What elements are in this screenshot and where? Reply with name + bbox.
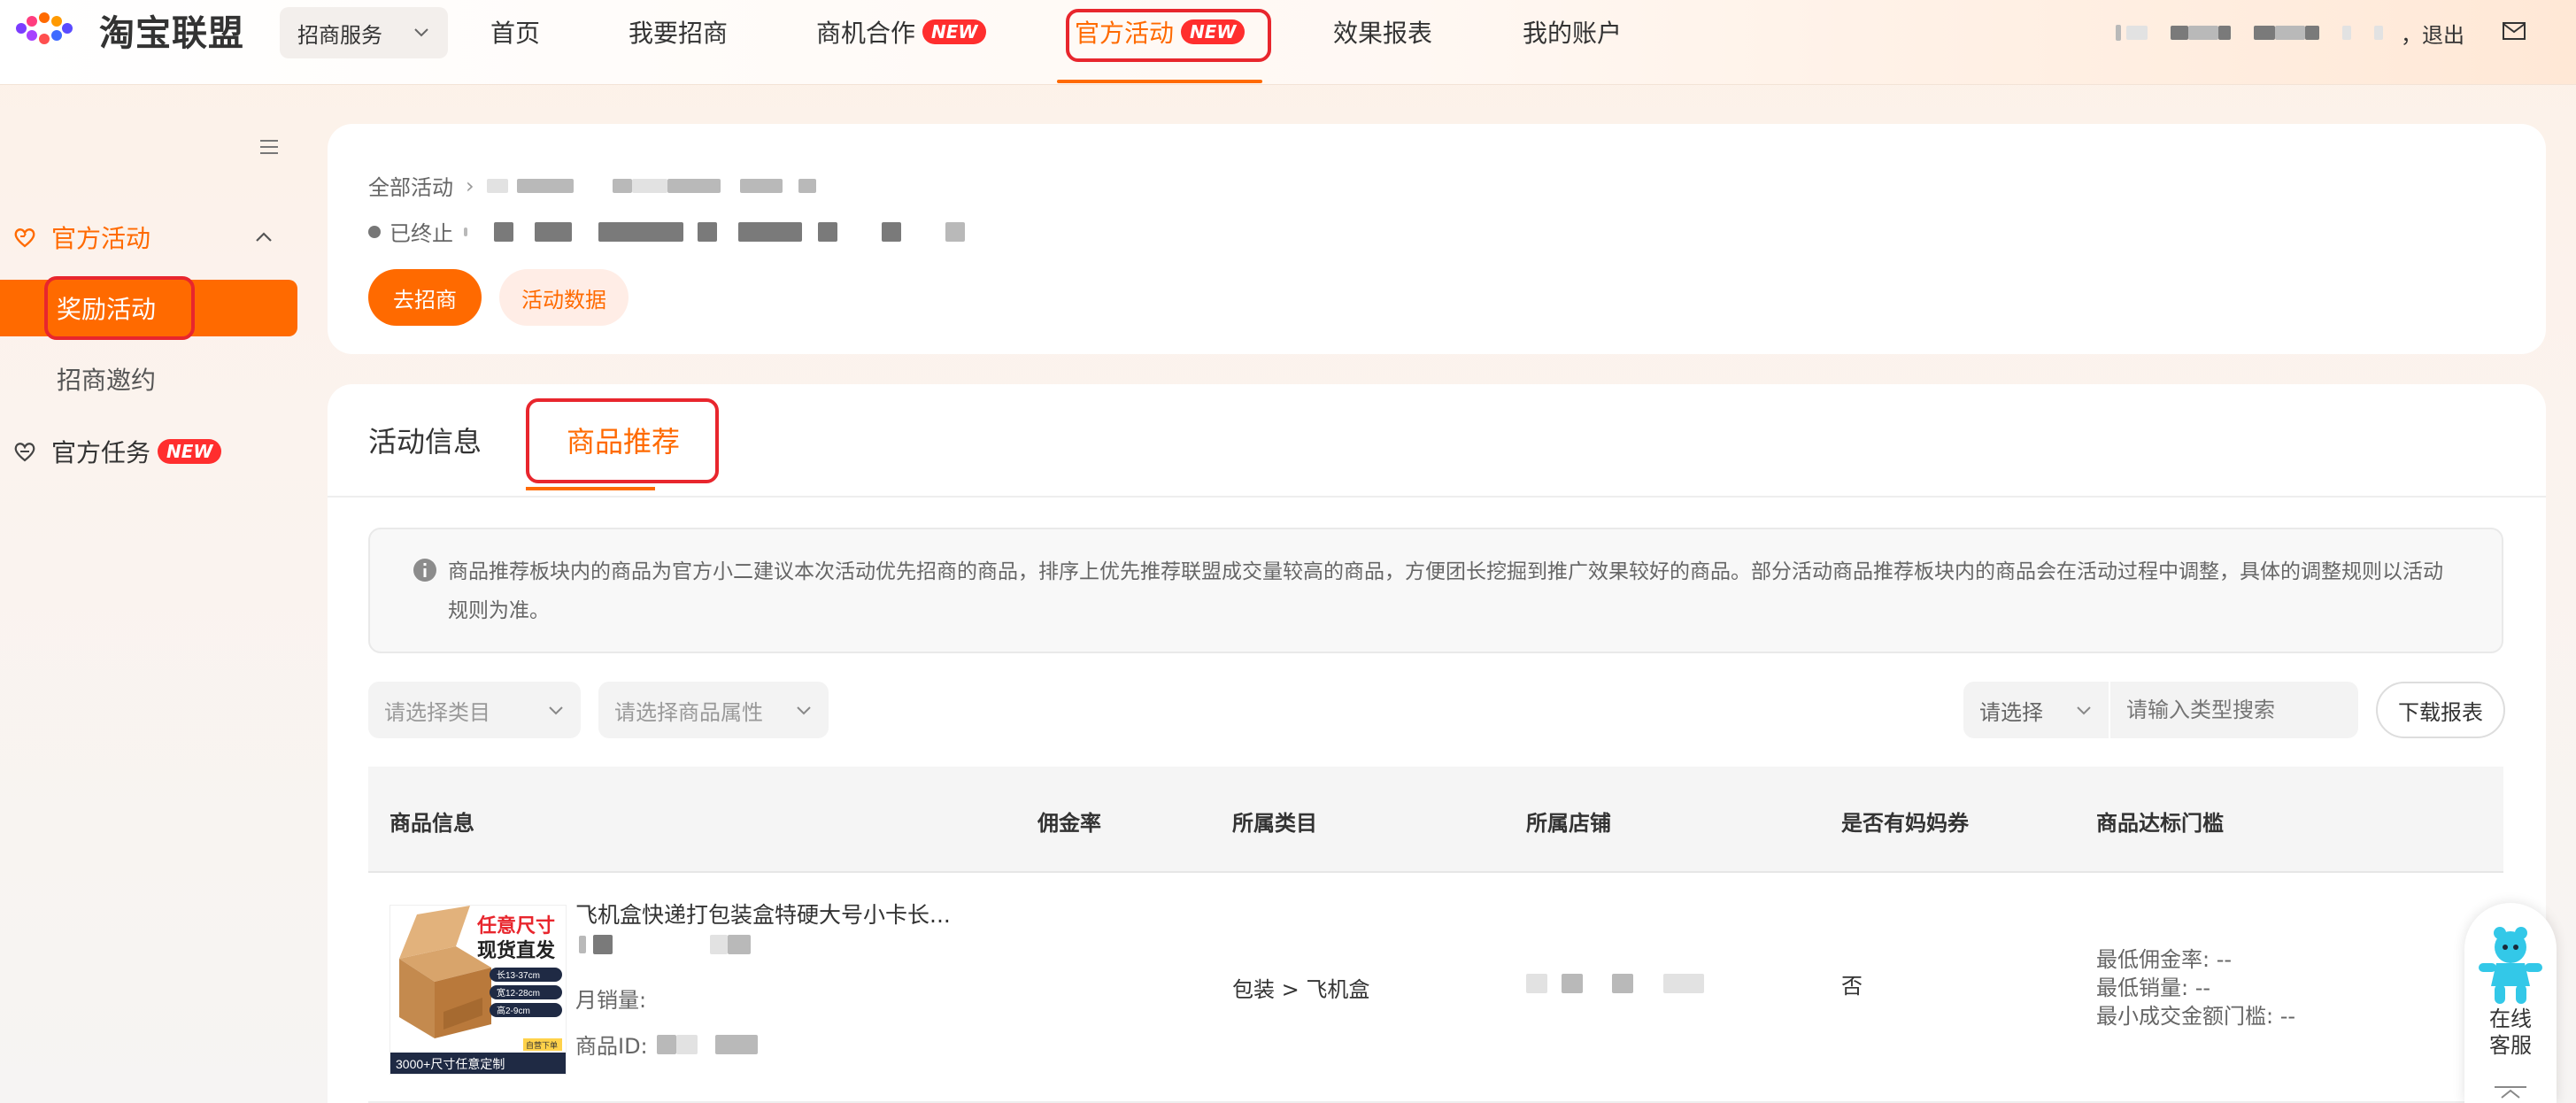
back-to-top-icon[interactable]: [2491, 1085, 2530, 1099]
heart-icon: [14, 228, 35, 248]
download-report-button[interactable]: 下载报表: [2376, 682, 2505, 738]
nav-recruit[interactable]: 我要招商: [629, 12, 728, 51]
service-select[interactable]: 招商服务: [280, 7, 448, 58]
activity-summary-card: 全部活动 › 已终止 去招商 活动数据: [328, 124, 2546, 354]
tab-activity-info[interactable]: 活动信息: [368, 420, 482, 460]
product-redacted-line: [575, 935, 751, 954]
mail-icon[interactable]: [2502, 21, 2526, 41]
go-recruit-button[interactable]: 去招商: [368, 269, 482, 326]
col-shop: 所属店铺: [1526, 811, 1611, 836]
annotation-box-tab: [526, 398, 719, 483]
sidebar-item-invitations[interactable]: 招商邀约: [57, 361, 156, 397]
notice-text: 商品推荐板块内的商品为官方小二建议本次活动优先招商的商品，排序上优先推荐联盟成交…: [448, 560, 2443, 622]
info-icon: [413, 559, 436, 582]
status-text: 已终止: [389, 221, 453, 246]
nav-business-cooperation[interactable]: 商机合作 NEW: [816, 12, 987, 51]
notice-box: 商品推荐板块内的商品为官方小二建议本次活动优先招商的商品，排序上优先推荐联盟成交…: [368, 528, 2503, 653]
nav-active-indicator: [1057, 80, 1262, 83]
customer-service-label: 在线 客服: [2489, 1007, 2532, 1058]
col-threshold: 商品达标门槛: [2096, 811, 2224, 836]
nav-reports[interactable]: 效果报表: [1333, 12, 1432, 51]
product-title[interactable]: 飞机盒快递打包装盒特硬大号小卡长...: [575, 898, 951, 929]
annotation-box-nav: [1066, 9, 1271, 62]
tabs-divider: [328, 496, 2546, 498]
chevron-up-icon[interactable]: [251, 227, 276, 248]
svg-text:自营下单: 自营下单: [526, 1040, 558, 1050]
user-info: ，退出: [2116, 18, 2464, 48]
logo-text: 淘宝联盟: [99, 13, 244, 54]
svg-text:任意尺寸: 任意尺寸: [476, 914, 555, 937]
sidebar-group-label: 官方任务: [51, 438, 151, 467]
tab-active-indicator: [526, 487, 655, 490]
chevron-down-icon: [414, 28, 428, 37]
chevron-down-icon: [2077, 706, 2091, 715]
type-search-input[interactable]: [2110, 682, 2358, 738]
box-product-image: 任意尺寸 现货直发 长13-37cm 宽12-28cm 高2-9cm 自营下单 …: [390, 906, 566, 1074]
col-commission[interactable]: 佣金率: [1037, 806, 1101, 837]
svg-text:现货直发: 现货直发: [477, 939, 556, 961]
threshold-amount: 最小成交金额门槛: --: [2096, 1004, 2296, 1029]
online-customer-service[interactable]: 在线 客服: [2464, 903, 2557, 1103]
sidebar: 官方活动 奖励活动 招商邀约 官方任务 NEW: [0, 85, 310, 1103]
product-category: 包装 > 飞机盒: [1232, 977, 1370, 1002]
annotation-box-sidebar: [44, 276, 195, 340]
nav-home[interactable]: 首页: [490, 12, 540, 51]
chevron-down-icon: [797, 706, 811, 715]
breadcrumb-root[interactable]: 全部活动: [368, 170, 453, 201]
col-coupon: 是否有妈妈券: [1841, 811, 1969, 836]
activity-data-button[interactable]: 活动数据: [499, 269, 629, 326]
new-badge: NEW: [922, 19, 987, 44]
svg-text:长13-37cm: 长13-37cm: [497, 970, 540, 981]
sidebar-group-official-activities[interactable]: 官方活动: [12, 218, 150, 257]
threshold-commission: 最低佣金率: --: [2096, 947, 2233, 972]
chevron-down-icon: [549, 706, 563, 715]
new-badge: NEW: [158, 439, 222, 464]
shop-name-redacted[interactable]: [1526, 974, 1704, 999]
threshold-sales: 最低销量: --: [2096, 976, 2211, 1000]
menu-collapse-icon[interactable]: [258, 138, 280, 156]
recommendation-card: 活动信息 商品推荐 商品推荐板块内的商品为官方小二建议本次活动优先招商的商品，排…: [328, 384, 2546, 1103]
category-select[interactable]: 请选择类目: [368, 682, 581, 738]
svg-text:高2-9cm: 高2-9cm: [497, 1005, 530, 1016]
col-product-info: 商品信息: [389, 811, 474, 836]
svg-text:3000+尺寸任意定制: 3000+尺寸任意定制: [396, 1057, 505, 1071]
task-heart-icon: [14, 443, 35, 462]
type-select[interactable]: 请选择: [1963, 682, 2109, 738]
sidebar-group-official-tasks[interactable]: 官方任务 NEW: [12, 432, 222, 471]
status-dot-icon: [368, 225, 381, 238]
table-header: 商品信息 佣金率 所属类目 所属店铺 是否有妈妈券 商品达标门槛: [368, 767, 2503, 873]
product-thumbnail[interactable]: 任意尺寸 现货直发 长13-37cm 宽12-28cm 高2-9cm 自营下单 …: [389, 905, 567, 1075]
breadcrumb: 全部活动 ›: [368, 170, 816, 201]
service-select-label: 招商服务: [297, 22, 382, 48]
product-id: 商品ID:: [575, 1029, 758, 1060]
nav-my-account[interactable]: 我的账户: [1523, 12, 1622, 51]
logo[interactable]: 淘宝联盟: [12, 11, 244, 54]
sidebar-group-label: 官方活动: [51, 224, 151, 253]
table-row[interactable]: 任意尺寸 现货直发 长13-37cm 宽12-28cm 高2-9cm 自营下单 …: [368, 873, 2503, 1103]
has-coupon: 否: [1841, 974, 1863, 999]
monthly-sales: 月销量:: [575, 988, 647, 1013]
svg-text:宽12-28cm: 宽12-28cm: [497, 987, 540, 999]
activity-status-line: 已终止: [368, 216, 965, 247]
col-category: 所属类目: [1232, 811, 1317, 836]
top-header: 淘宝联盟 招商服务 首页 我要招商 商机合作 NEW 官方活动 NEW 效果报表 我…: [0, 0, 2576, 85]
logo-dots-icon: [12, 11, 89, 50]
logout-link[interactable]: ，退出: [2401, 18, 2464, 49]
mascot-icon: [2479, 927, 2542, 1004]
attribute-select[interactable]: 请选择商品属性: [598, 682, 829, 738]
thresholds: 最低佣金率: -- 最低销量: -- 最小成交金额门槛: --: [2096, 945, 2295, 1030]
